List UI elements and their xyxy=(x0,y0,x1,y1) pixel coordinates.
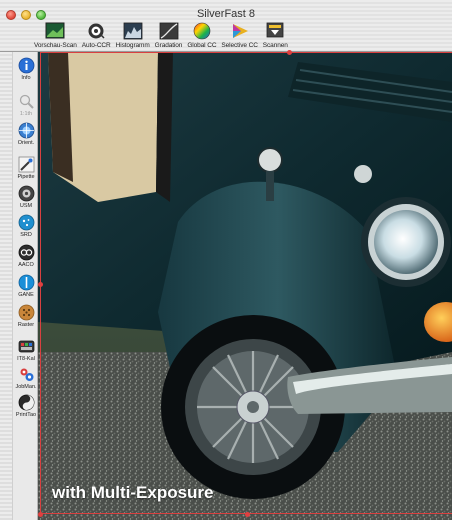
preview-scan-button[interactable]: Vorschau-Scan xyxy=(34,22,77,50)
title-bar: SilverFast 8 Vorschau-Scan Auto-CCR Hist… xyxy=(0,0,452,52)
histogram-label: Histogramm xyxy=(115,42,150,49)
zoom-icon xyxy=(19,94,34,109)
palette-label-printtao: PrintTao xyxy=(15,412,37,418)
preview-image xyxy=(38,52,452,520)
selective-cc-label: Selective CC xyxy=(221,42,258,49)
preview-scan-icon xyxy=(45,22,65,39)
auto-ccr-label: Auto-CCR xyxy=(81,42,111,49)
raster-icon xyxy=(18,304,34,321)
it8-calibration-icon xyxy=(18,340,34,353)
palette-label-zoom: 1:1th xyxy=(19,111,33,117)
frame-handle-left[interactable] xyxy=(38,282,43,287)
palette-label-raster: Raster xyxy=(17,322,35,328)
palette-item-info[interactable]: Info xyxy=(13,57,39,81)
frame-handle-bottom-left[interactable] xyxy=(38,512,43,517)
usm-icon xyxy=(18,185,34,202)
caption-text: with Multi-Exposure xyxy=(52,483,214,502)
printtao-icon xyxy=(18,394,34,411)
gradation-button[interactable]: Gradation xyxy=(154,22,183,50)
palette-item-orientation[interactable]: Orient. xyxy=(13,122,39,146)
histogram-button[interactable]: Histogramm xyxy=(116,22,150,50)
srd-icon xyxy=(18,214,34,231)
palette-label-usm: USM xyxy=(19,203,33,209)
selective-cc-icon xyxy=(232,24,248,38)
palette-item-usm[interactable]: USM xyxy=(13,185,39,209)
global-cc-label: Global CC xyxy=(187,42,217,49)
info-icon xyxy=(18,57,34,74)
pipette-icon xyxy=(18,156,34,173)
frame-handle-bottom[interactable] xyxy=(245,512,250,517)
global-cc-button[interactable]: Global CC xyxy=(187,22,217,50)
palette-item-pipette[interactable]: Pipette xyxy=(13,156,39,180)
gradation-label: Gradation xyxy=(154,42,183,49)
palette-item-aaco[interactable]: AACO xyxy=(13,244,39,268)
window-side-edge xyxy=(0,52,12,520)
auto-ccr-icon xyxy=(88,23,105,39)
palette-item-raster[interactable]: Raster xyxy=(13,304,39,328)
gane-icon xyxy=(18,274,34,291)
job-manager-icon xyxy=(20,368,33,381)
gradation-icon xyxy=(159,22,178,40)
palette-label-srd: SRD xyxy=(20,232,32,238)
palette-item-job-manager[interactable]: JobMan. xyxy=(13,366,39,390)
orientation-icon xyxy=(18,122,34,139)
histogram-icon xyxy=(123,22,143,40)
tool-palette: Info 1:1th Orient. Pipette USM SRD AACO … xyxy=(12,52,38,520)
palette-item-gane[interactable]: GANE xyxy=(13,274,39,298)
palette-label-job-manager: JobMan. xyxy=(15,384,37,390)
auto-ccr-button[interactable]: Auto-CCR xyxy=(82,22,111,50)
scan-label: Scannen xyxy=(262,42,288,49)
palette-label-info: Info xyxy=(21,75,31,81)
selective-cc-button[interactable]: Selective CC xyxy=(221,22,258,50)
window-title: SilverFast 8 xyxy=(196,8,256,20)
palette-item-printtao[interactable]: PrintTao xyxy=(13,394,39,418)
toolbar: Vorschau-Scan Auto-CCR Histogramm Gradat… xyxy=(34,22,293,50)
global-cc-icon xyxy=(193,22,211,40)
palette-label-pipette: Pipette xyxy=(17,174,35,180)
frame-handle-top[interactable] xyxy=(287,50,292,55)
aaco-icon xyxy=(18,244,34,261)
scan-icon xyxy=(266,22,284,38)
palette-item-zoom: 1:1th xyxy=(13,93,39,117)
palette-label-aaco: AACO xyxy=(18,262,34,268)
scan-button[interactable]: Scannen xyxy=(263,22,288,50)
palette-label-gane: GANE xyxy=(18,292,34,298)
scan-preview[interactable] xyxy=(38,52,452,520)
palette-item-srd[interactable]: SRD xyxy=(13,214,39,238)
palette-label-it8-calibration: IT8-Kal xyxy=(17,356,35,362)
palette-label-orientation: Orient. xyxy=(17,140,35,146)
palette-item-it8-calibration[interactable]: IT8-Kal xyxy=(13,338,39,362)
preview-scan-label: Vorschau-Scan xyxy=(34,42,77,49)
